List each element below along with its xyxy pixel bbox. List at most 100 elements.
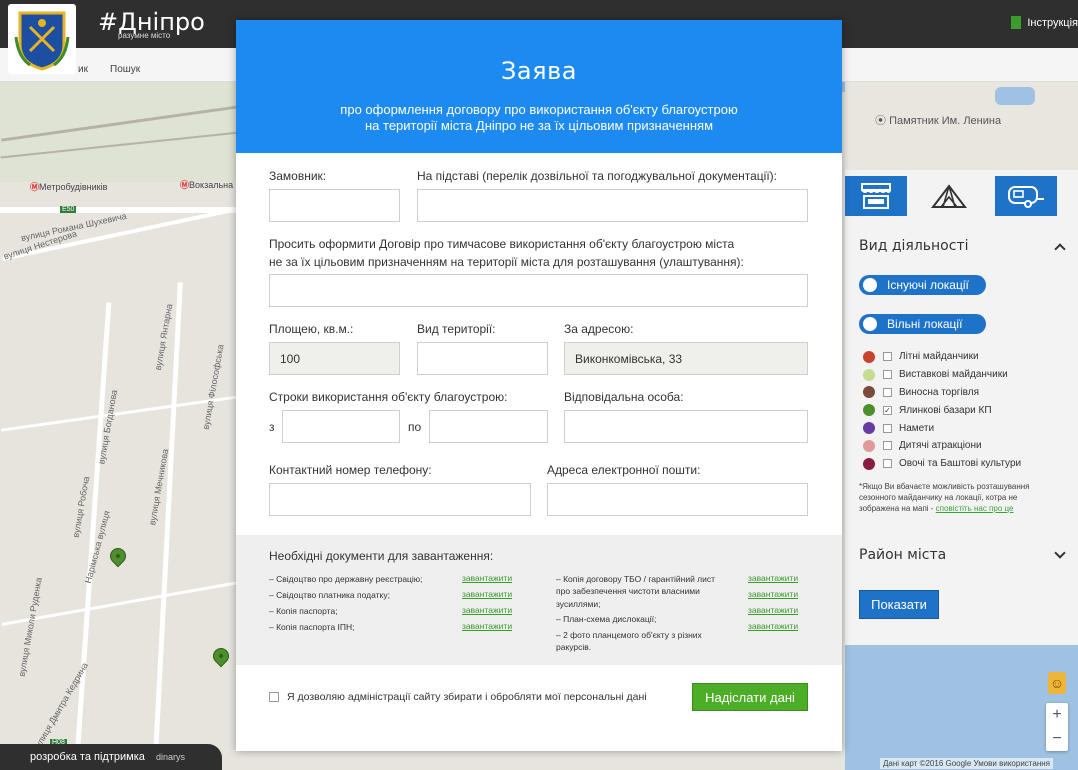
category-checkbox[interactable] xyxy=(883,423,892,433)
category-item[interactable]: Намети xyxy=(863,419,1021,437)
application-modal: Заява про оформлення договору про викори… xyxy=(236,20,842,751)
category-checkbox[interactable] xyxy=(883,352,892,362)
download-link[interactable]: завантажити xyxy=(462,621,512,631)
instructions-link[interactable]: Інструкція xyxy=(1011,16,1078,29)
consent-label: Я дозволяю адміністрації сайту збирати і… xyxy=(287,691,647,703)
download-link[interactable]: завантажити xyxy=(748,573,798,583)
email-field[interactable] xyxy=(547,483,808,516)
zoom-out-button[interactable]: − xyxy=(1046,727,1068,751)
category-checkbox[interactable] xyxy=(883,441,892,451)
download-link[interactable]: завантажити xyxy=(462,605,512,615)
tent-icon xyxy=(931,184,967,208)
existing-locations-toggle[interactable]: Існуючі локації xyxy=(859,275,986,295)
category-item[interactable]: Овочі та Баштові культури xyxy=(863,455,1021,473)
credit-brand[interactable]: dinarys xyxy=(156,752,185,762)
download-link[interactable]: завантажити xyxy=(748,605,798,615)
customer-field[interactable] xyxy=(269,189,400,222)
chevron-down-icon[interactable] xyxy=(1054,547,1066,559)
modal-header: Заява про оформлення договору про викори… xyxy=(236,20,842,153)
category-item[interactable]: Виставкові майданчики xyxy=(863,366,1021,384)
area-label: Площею, кв.м.: xyxy=(269,322,354,336)
credit-text: розробка та підтримка xyxy=(30,751,145,763)
city-crest-logo[interactable] xyxy=(8,4,76,74)
email-label: Адреса електронної пошти: xyxy=(547,463,701,477)
category-checkbox[interactable]: ✓ xyxy=(883,405,892,415)
date-from-field[interactable] xyxy=(282,410,400,443)
category-color-dot xyxy=(863,422,875,435)
tab-tent[interactable] xyxy=(918,176,980,216)
category-color-dot xyxy=(863,368,875,381)
location-pin[interactable] xyxy=(106,544,130,568)
responsible-field[interactable] xyxy=(564,410,808,443)
kiosk-icon xyxy=(861,183,891,209)
category-checkbox[interactable] xyxy=(883,459,892,469)
document-item: – Копія паспорта; xyxy=(269,606,338,616)
download-link[interactable]: завантажити xyxy=(748,621,798,631)
category-list: Літні майданчики Виставкові майданчики В… xyxy=(863,348,1021,473)
crest-icon xyxy=(14,11,70,71)
download-link[interactable]: завантажити xyxy=(462,573,512,583)
document-item: – Копія договору ТБО / гарантійний лист … xyxy=(556,574,716,609)
metro-station: ⓂМетробудівників xyxy=(30,182,108,192)
free-locations-toggle[interactable]: Вільні локації xyxy=(859,314,986,334)
request-label-line2: не за їх цільовим призначенням на терито… xyxy=(269,255,744,269)
category-item[interactable]: Літні майданчики xyxy=(863,348,1021,366)
document-item: – Свідоцтво про державну реєстрацію; xyxy=(269,574,423,584)
chevron-up-icon[interactable] xyxy=(1054,243,1066,255)
search-link[interactable]: Пошук xyxy=(110,64,140,75)
modal-title: Заява xyxy=(501,57,577,85)
date-to-label: по xyxy=(408,420,422,434)
category-color-dot xyxy=(863,457,875,470)
category-tabs xyxy=(845,176,1078,218)
street-label: вулиця Янтарна xyxy=(152,303,175,371)
consent-checkbox[interactable] xyxy=(269,692,279,702)
metro-station: ⓂВокзальна xyxy=(180,180,234,190)
required-documents: Необхідні документи для завантаження: – … xyxy=(236,535,842,665)
submit-button[interactable]: Надіслати дані xyxy=(692,683,808,711)
toggle-label: Існуючі локації xyxy=(887,278,969,292)
tab-trailer[interactable] xyxy=(995,176,1057,216)
request-label-line1: Просить оформити Договір про тимчасове в… xyxy=(269,237,735,251)
download-link[interactable]: завантажити xyxy=(462,589,512,599)
map-water-area xyxy=(845,645,1078,770)
subbar-left-text: ик xyxy=(78,64,88,75)
category-item[interactable]: Виносна торгівля xyxy=(863,384,1021,402)
zoom-control: + − xyxy=(1046,703,1068,751)
notify-us-link[interactable]: сповістіть нас про це xyxy=(936,504,1014,513)
show-button[interactable]: Показати xyxy=(859,590,939,619)
download-link[interactable]: завантажити xyxy=(748,589,798,599)
street-label: Нарімська вулиця xyxy=(82,509,112,585)
document-item: – План-схема дислокації; xyxy=(556,614,657,624)
category-color-dot xyxy=(863,386,875,399)
category-color-dot xyxy=(863,404,875,417)
map-water xyxy=(995,87,1035,105)
street-view-pegman-icon[interactable]: ☺ xyxy=(1048,672,1066,694)
category-item[interactable]: ✓ Ялинкові базари КП xyxy=(863,401,1021,419)
tab-kiosk[interactable] xyxy=(845,176,907,216)
category-color-dot xyxy=(863,439,875,452)
street-label: вулиця Робоча xyxy=(70,475,92,539)
district-title: Район міста xyxy=(859,547,947,563)
basis-label: На підставі (перелік дозвільної та погод… xyxy=(417,169,778,183)
address-field[interactable]: Виконкомівська, 33 xyxy=(564,342,808,375)
basis-field[interactable] xyxy=(417,189,808,222)
consent-row: Я дозволяю адміністрації сайту збирати і… xyxy=(269,691,647,703)
street-label: вулиця Філософська xyxy=(200,343,226,431)
map-info-area: ⦿ Памятник Им. Ленина xyxy=(845,82,1078,170)
placement-field[interactable] xyxy=(269,274,808,307)
phone-label: Контактний номер телефону: xyxy=(269,463,432,477)
terms-label: Строки використання об'єкту благоустрою: xyxy=(269,390,508,404)
phone-field[interactable] xyxy=(269,483,531,516)
document-item: – Свідоцтво платника податку; xyxy=(269,590,390,600)
location-pin[interactable] xyxy=(209,644,233,668)
category-checkbox[interactable] xyxy=(883,370,892,380)
landmark-label: ⦿ Памятник Им. Ленина xyxy=(875,115,1002,127)
date-to-field[interactable] xyxy=(429,410,548,443)
zoom-in-button[interactable]: + xyxy=(1046,703,1068,727)
area-field[interactable]: 100 xyxy=(269,342,400,375)
customer-label: Замовник: xyxy=(269,169,327,183)
category-item[interactable]: Дитячі атракціони xyxy=(863,437,1021,455)
map-attribution[interactable]: Дані карт ©2016 Google Умови використанн… xyxy=(880,758,1053,769)
category-checkbox[interactable] xyxy=(883,387,892,397)
territory-field[interactable] xyxy=(417,342,548,375)
